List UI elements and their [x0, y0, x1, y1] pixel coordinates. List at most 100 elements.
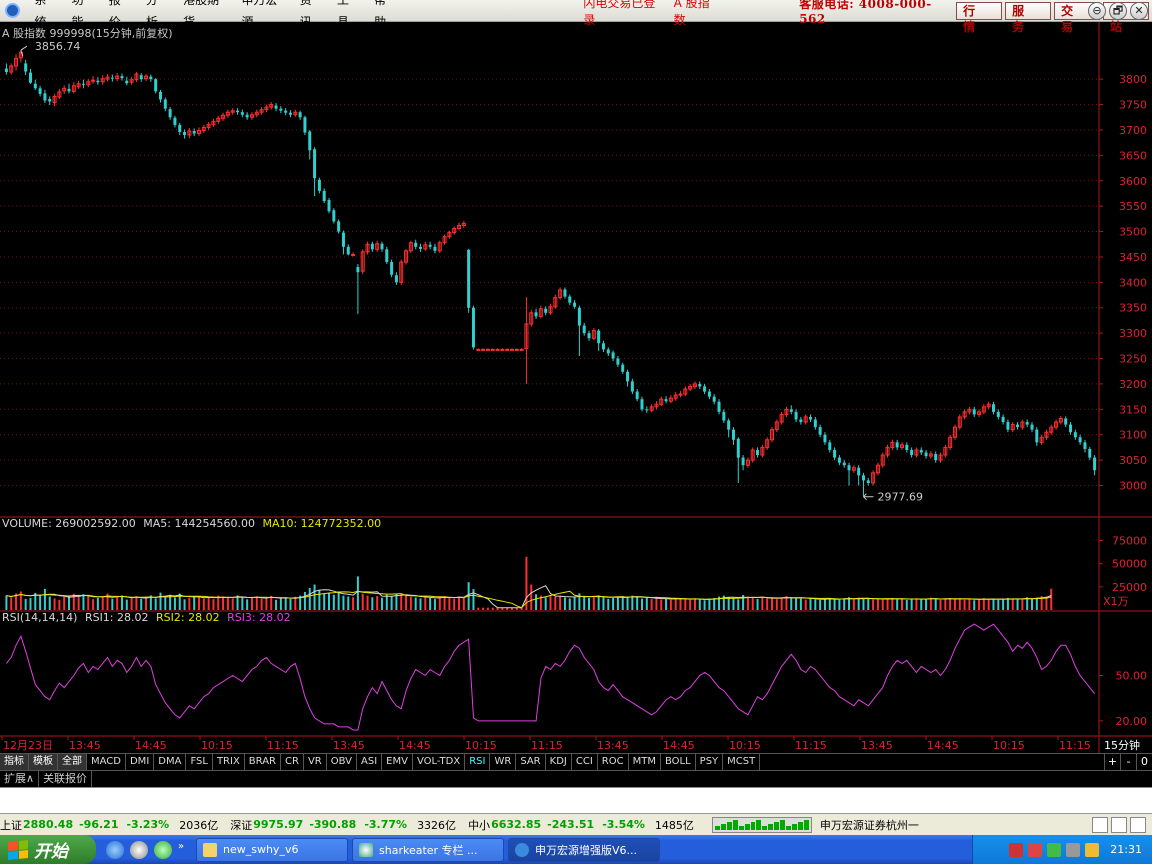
candle-body: [125, 80, 129, 84]
task-new-swhy[interactable]: new_swhy_v6: [196, 837, 348, 862]
main-chart-title: A 股指数 999998(15分钟,前复权): [2, 27, 173, 40]
candle-body: [1093, 457, 1097, 471]
candle-body: [120, 76, 124, 79]
indicator-tab-dmi[interactable]: DMI: [126, 754, 155, 770]
restore-icon[interactable]: 🗗: [1109, 2, 1127, 20]
tab-all[interactable]: 全部: [58, 754, 87, 770]
candle-body: [996, 411, 1000, 417]
price-tick-label: 3000: [1119, 480, 1147, 493]
candle-body: [1030, 424, 1034, 430]
candle-body: [322, 190, 326, 202]
indicator-tab-asi[interactable]: ASI: [357, 754, 383, 770]
indicator-tab-boll[interactable]: BOLL: [661, 754, 696, 770]
minimize-icon[interactable]: ⊖: [1088, 2, 1106, 20]
indicator-tab-rsi[interactable]: RSI: [465, 754, 491, 770]
add-icon[interactable]: +: [1104, 754, 1120, 770]
candle-body: [24, 63, 28, 72]
indicator-tab-cci[interactable]: CCI: [572, 754, 598, 770]
related-quote-panel: [0, 787, 1152, 813]
candle-body: [303, 117, 307, 133]
menu-bar: 系统 功能 报价 分析 港股期货 申万宏源 资讯 工具 帮助 闪电交易已登录 A…: [0, 0, 1152, 34]
status-bar: 上证 2880.48 -96.21 -3.23% 2036亿 深证 9975.9…: [0, 813, 1152, 835]
high-marker: [20, 45, 28, 57]
candle-body: [833, 449, 837, 458]
candle-body: [1078, 437, 1082, 443]
candle-body: [1083, 442, 1087, 449]
time-tick-label: 14:45: [135, 739, 167, 752]
indicator-tab-kdj[interactable]: KDJ: [546, 754, 572, 770]
candle-body: [1064, 418, 1068, 425]
close-icon[interactable]: ✕: [1130, 2, 1148, 20]
task-swhy-app[interactable]: 申万宏源增强版V6...: [508, 837, 660, 862]
indicator-tab-mcst[interactable]: MCST: [723, 754, 761, 770]
rsi-params: RSI(14,14,14): [2, 611, 78, 624]
tray-app-icon[interactable]: [1009, 842, 1024, 857]
time-tick-label: 11:15: [267, 739, 299, 752]
quick-launch: »: [106, 840, 192, 859]
volume-value: VOLUME: 269002592.00: [2, 517, 136, 530]
index-sme[interactable]: 中小 6632.85 -243.51 -3.54% 1485亿: [468, 817, 694, 833]
app-logo-icon[interactable]: [2, 2, 22, 20]
candle-body: [96, 80, 100, 83]
tray-network-icon[interactable]: [1047, 842, 1062, 857]
indicator-tab-dma[interactable]: DMA: [154, 754, 187, 770]
indicator-tab-psy[interactable]: PSY: [696, 754, 724, 770]
media-icon[interactable]: [130, 840, 148, 859]
tray-volume-icon[interactable]: [1066, 842, 1081, 857]
clock[interactable]: 21:31: [1110, 843, 1142, 856]
tab-related-quote[interactable]: 关联报价: [39, 771, 93, 787]
candle-body: [327, 200, 331, 212]
indicator-tab-vol-tdx[interactable]: VOL-TDX: [413, 754, 466, 770]
price-tick-label: 3550: [1119, 200, 1147, 213]
chart-area[interactable]: 3800 3750 3700 3650 3600 3550 3500 3450 3400 3350…: [0, 22, 1152, 753]
price-tick-label: 3150: [1119, 403, 1147, 416]
tray-flag-icon[interactable]: [1028, 842, 1043, 857]
indicator-tab-wr[interactable]: WR: [490, 754, 517, 770]
candle-body: [703, 386, 707, 392]
indicator-tab-fsl[interactable]: FSL: [186, 754, 213, 770]
candle-body: [245, 114, 249, 118]
indicator-tab-vr[interactable]: VR: [304, 754, 327, 770]
tab-expand[interactable]: 扩展∧: [0, 771, 40, 787]
indicator-tab-mtm[interactable]: MTM: [629, 754, 661, 770]
tab-template[interactable]: 模板: [29, 754, 58, 770]
tab-indicator[interactable]: 指标: [0, 754, 29, 770]
window-icon[interactable]: [1092, 817, 1108, 833]
time-tick-label: 11:15: [1059, 739, 1091, 752]
candle-body: [168, 109, 172, 118]
indicator-tab-brar[interactable]: BRAR: [245, 754, 281, 770]
more-icon[interactable]: »: [178, 841, 186, 859]
volume-tick-label: 50000: [1112, 558, 1147, 571]
price-tick-label: 3650: [1119, 149, 1147, 162]
browser-icon[interactable]: [154, 840, 172, 859]
tab-market[interactable]: 行情: [956, 1, 1003, 34]
indicator-tab-roc[interactable]: ROC: [598, 754, 629, 770]
start-button[interactable]: 开始: [0, 835, 96, 864]
windows-taskbar: 开始 » new_swhy_v6 sharkeater 专栏 ... 申万宏源增…: [0, 835, 1152, 864]
ie-icon[interactable]: [106, 840, 124, 859]
candle-body: [33, 83, 37, 89]
indicator-tab-macd[interactable]: MACD: [87, 754, 126, 770]
candle-body: [809, 416, 813, 420]
signal-icon[interactable]: [1111, 817, 1127, 833]
task-sharkeater[interactable]: sharkeater 专栏 ...: [352, 837, 504, 862]
indicator-tab-emv[interactable]: EMV: [382, 754, 413, 770]
volume-ma10-line: [6, 590, 1052, 609]
indicator-tab-obv[interactable]: OBV: [327, 754, 357, 770]
window-controls: ⊖ 🗗 ✕: [1085, 2, 1148, 20]
index-shanghai[interactable]: 上证 2880.48 -96.21 -3.23% 2036亿: [0, 817, 218, 833]
settings-icon[interactable]: [1130, 817, 1146, 833]
indicator-tab-sar[interactable]: SAR: [516, 754, 546, 770]
tab-service[interactable]: 服务: [1005, 1, 1052, 34]
candle-body: [828, 442, 832, 450]
index-shenzhen[interactable]: 深证 9975.97 -390.88 -3.77% 3326亿: [230, 817, 456, 833]
indicator-tab-trix[interactable]: TRIX: [213, 754, 245, 770]
price-tick-label: 3450: [1119, 251, 1147, 264]
indicator-tab-cr[interactable]: CR: [281, 754, 304, 770]
candle-body: [284, 110, 288, 113]
candle-body: [534, 312, 538, 317]
candle-body: [288, 112, 292, 115]
tray-alert-icon[interactable]: [1085, 842, 1100, 857]
remove-icon[interactable]: -: [1120, 754, 1136, 770]
reset-icon[interactable]: 0: [1136, 754, 1152, 770]
